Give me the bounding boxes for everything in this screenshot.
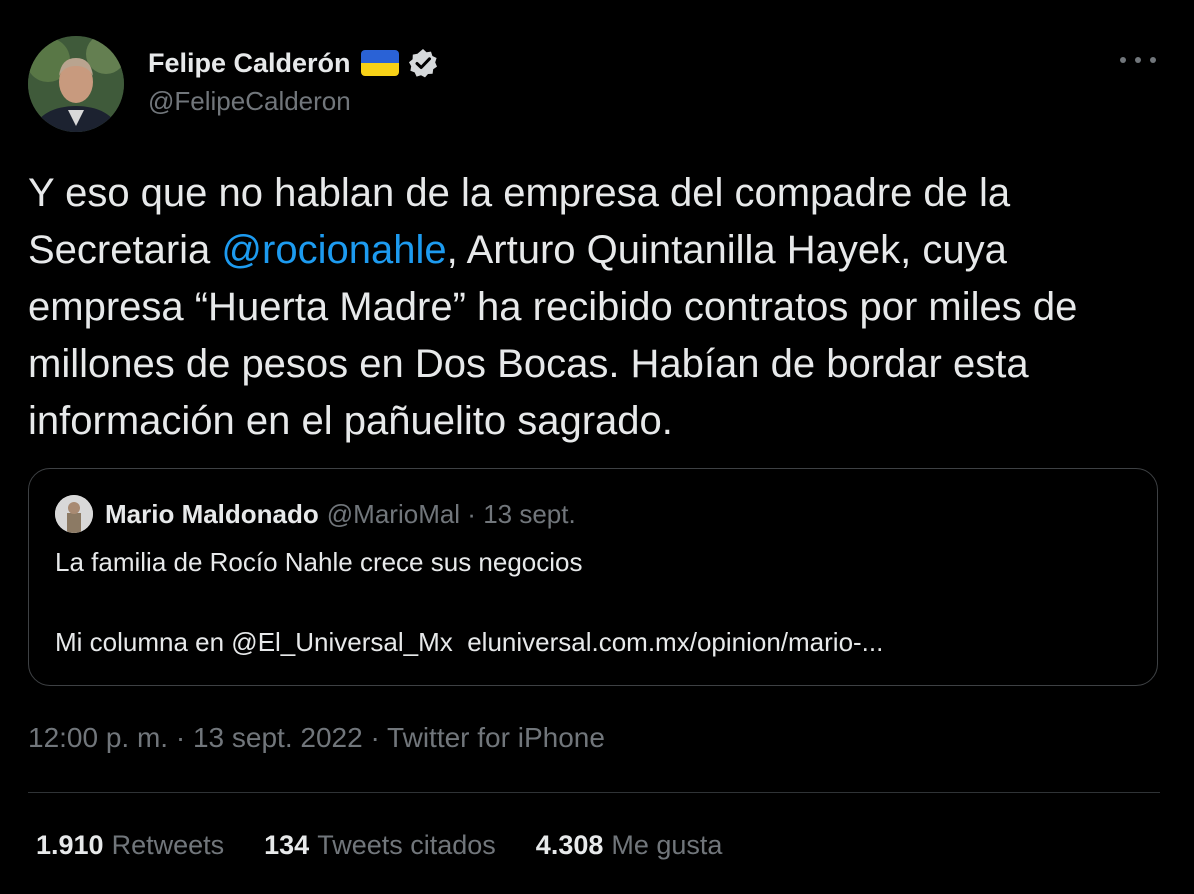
tweet-text: Y eso que no hablan de la empresa del co…: [28, 165, 1168, 450]
author-display-name[interactable]: Felipe Calderón: [148, 48, 351, 79]
stat-label: Me gusta: [611, 830, 723, 860]
ukraine-flag-icon: [360, 50, 399, 76]
quoted-text-line: La familia de Rocío Nahle crece sus nego…: [55, 547, 583, 577]
stat-count: 4.308: [535, 830, 604, 860]
quoted-author-handle-date: @MarioMal · 13 sept.: [326, 498, 576, 529]
tweet-meta[interactable]: 12:00 p. m. · 13 sept. 2022 · Twitter fo…: [28, 722, 605, 754]
more-options-icon[interactable]: [1120, 48, 1156, 72]
stat-likes[interactable]: 4.308 Me gusta: [536, 830, 723, 861]
tweet-stats: 1.910 Retweets 134 Tweets citados 4.308 Me …: [36, 830, 762, 861]
divider: [28, 792, 1160, 793]
stat-retweets[interactable]: 1.910 Retweets: [36, 830, 224, 861]
quoted-author-avatar[interactable]: [55, 495, 93, 533]
author-avatar[interactable]: [28, 36, 124, 132]
quoted-author-name[interactable]: Mario Maldonado: [105, 499, 319, 530]
stat-count: 134: [264, 830, 310, 860]
tweet-header: Felipe Calderón @FelipeCalderon: [28, 36, 1166, 132]
verified-badge-icon: [407, 47, 439, 79]
stat-quote-tweets[interactable]: 134 Tweets citados: [264, 830, 496, 861]
author-handle[interactable]: @FelipeCalderon: [148, 86, 439, 117]
stat-label: Retweets: [111, 830, 225, 860]
quoted-tweet[interactable]: Mario Maldonado @MarioMal · 13 sept. La …: [28, 468, 1158, 686]
mention-link[interactable]: @rocionahle: [221, 228, 446, 272]
quoted-text-line: Mi columna en @El_Universal_Mx elunivers…: [55, 627, 884, 657]
stat-count: 1.910: [36, 830, 104, 860]
stat-label: Tweets citados: [317, 830, 496, 860]
